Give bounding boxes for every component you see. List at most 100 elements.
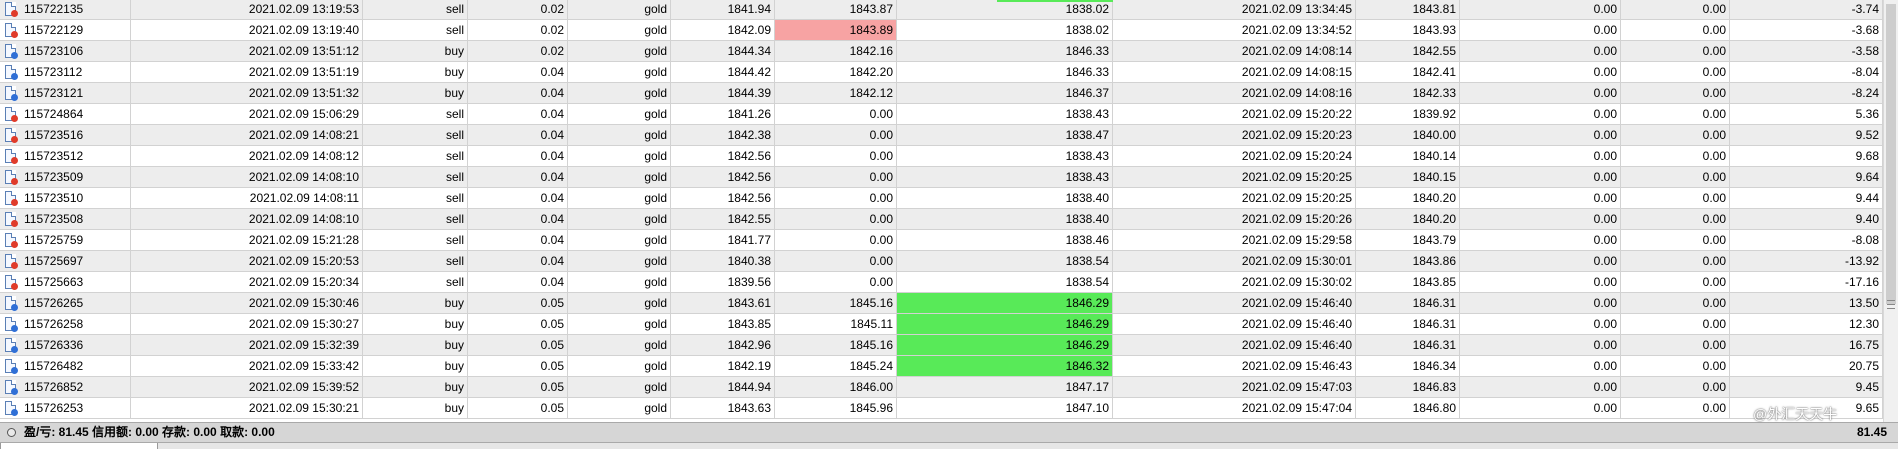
table-row[interactable]: 115724864 2021.02.09 15:06:29 sell 0.04 gold… [0, 104, 1883, 125]
buy-order-icon [5, 44, 18, 59]
lot-size-cell: 0.02 [468, 41, 568, 61]
open-price-cell: 1842.19 [671, 356, 775, 376]
stop-loss-cell: 0.00 [775, 167, 897, 187]
stop-loss-cell: 1846.00 [775, 377, 897, 397]
scrollbar-thumb[interactable] [1886, 4, 1896, 304]
table-row[interactable]: 115722135 2021.02.09 13:19:53 sell 0.02 gold… [0, 0, 1883, 20]
swap-cell: 0.00 [1621, 146, 1730, 166]
profit-cell: -3.74 [1730, 0, 1883, 19]
swap-cell: 0.00 [1621, 125, 1730, 145]
order-ticket-cell: 115726258 [0, 314, 131, 334]
buy-order-icon [5, 338, 18, 353]
table-row[interactable]: 115725663 2021.02.09 15:20:34 sell 0.04 gold… [0, 272, 1883, 293]
close-price-cell: 1840.20 [1356, 188, 1460, 208]
open-price-cell: 1841.77 [671, 230, 775, 250]
order-ticket-cell: 115723509 [0, 167, 131, 187]
take-profit-cell: 1838.54 [897, 251, 1113, 271]
sell-order-icon [5, 2, 18, 17]
trade-type-cell: sell [363, 251, 468, 271]
swap-cell: 0.00 [1621, 314, 1730, 334]
order-ticket-cell: 115726482 [0, 356, 131, 376]
table-row[interactable]: 115723508 2021.02.09 14:08:10 sell 0.04 gold… [0, 209, 1883, 230]
take-profit-cell: 1838.47 [897, 125, 1113, 145]
order-ticket-cell: 115723508 [0, 209, 131, 229]
open-time-cell: 2021.02.09 15:30:27 [131, 314, 363, 334]
swap-cell: 0.00 [1621, 377, 1730, 397]
lot-size-cell: 0.02 [468, 0, 568, 19]
order-ticket-cell: 115725697 [0, 251, 131, 271]
symbol-cell: gold [568, 83, 671, 103]
take-profit-cell: 1846.33 [897, 41, 1113, 61]
close-time-cell: 2021.02.09 15:46:40 [1113, 293, 1356, 313]
commission-cell: 0.00 [1460, 125, 1621, 145]
profit-cell: 13.50 [1730, 293, 1883, 313]
commission-cell: 0.00 [1460, 356, 1621, 376]
table-row[interactable]: 115722129 2021.02.09 13:19:40 sell 0.02 gold… [0, 20, 1883, 41]
close-time-cell: 2021.02.09 15:46:40 [1113, 335, 1356, 355]
lot-size-cell: 0.04 [468, 62, 568, 82]
close-time-cell: 2021.02.09 13:34:45 [1113, 0, 1356, 19]
terminal-tabs-strip [0, 443, 1898, 449]
close-time-cell: 2021.02.09 15:20:25 [1113, 167, 1356, 187]
table-row[interactable]: 115723106 2021.02.09 13:51:12 buy 0.02 gold 1… [0, 41, 1883, 62]
table-row[interactable]: 115726253 2021.02.09 15:30:21 buy 0.05 gold 1… [0, 398, 1883, 419]
table-row[interactable]: 115725759 2021.02.09 15:21:28 sell 0.04 gold… [0, 230, 1883, 251]
account-summary-text: 盈/亏: 81.45 信用额: 0.00 存款: 0.00 取款: 0.00 [24, 425, 275, 439]
close-price-cell: 1843.81 [1356, 0, 1460, 19]
close-price-cell: 1840.15 [1356, 167, 1460, 187]
table-row[interactable]: 115726265 2021.02.09 15:30:46 buy 0.05 gold 1… [0, 293, 1883, 314]
symbol-cell: gold [568, 41, 671, 61]
profit-cell: 9.40 [1730, 209, 1883, 229]
table-row[interactable]: 115723121 2021.02.09 13:51:32 buy 0.04 gold 1… [0, 83, 1883, 104]
table-row[interactable]: 115726482 2021.02.09 15:33:42 buy 0.05 gold 1… [0, 356, 1883, 377]
buy-order-icon [5, 359, 18, 374]
commission-cell: 0.00 [1460, 188, 1621, 208]
trade-type-cell: sell [363, 209, 468, 229]
trade-type-cell: sell [363, 146, 468, 166]
buy-order-icon [5, 401, 18, 416]
symbol-cell: gold [568, 251, 671, 271]
trade-type-cell: buy [363, 314, 468, 334]
sell-order-icon [5, 23, 18, 38]
table-row[interactable]: 115723512 2021.02.09 14:08:12 sell 0.04 gold… [0, 146, 1883, 167]
swap-cell: 0.00 [1621, 272, 1730, 292]
symbol-cell: gold [568, 209, 671, 229]
close-time-cell: 2021.02.09 15:20:26 [1113, 209, 1356, 229]
order-ticket-cell: 115722129 [0, 20, 131, 40]
table-row[interactable]: 115726258 2021.02.09 15:30:27 buy 0.05 gold 1… [0, 314, 1883, 335]
sell-order-icon [5, 275, 18, 290]
trade-type-cell: buy [363, 356, 468, 376]
open-time-cell: 2021.02.09 15:39:52 [131, 377, 363, 397]
table-row[interactable]: 115726852 2021.02.09 15:39:52 buy 0.05 gold 1… [0, 377, 1883, 398]
commission-cell: 0.00 [1460, 83, 1621, 103]
table-row[interactable]: 115723112 2021.02.09 13:51:19 buy 0.04 gold 1… [0, 62, 1883, 83]
open-time-cell: 2021.02.09 13:19:53 [131, 0, 363, 19]
take-profit-cell: 1838.46 [897, 230, 1113, 250]
open-price-cell: 1842.96 [671, 335, 775, 355]
take-profit-cell: 1847.10 [897, 398, 1113, 418]
take-profit-cell: 1838.43 [897, 146, 1113, 166]
trade-type-cell: buy [363, 335, 468, 355]
commission-cell: 0.00 [1460, 398, 1621, 418]
open-price-cell: 1843.61 [671, 293, 775, 313]
table-row[interactable]: 115723510 2021.02.09 14:08:11 sell 0.04 gold… [0, 188, 1883, 209]
open-price-cell: 1843.63 [671, 398, 775, 418]
buy-order-icon [5, 86, 18, 101]
table-row[interactable]: 115723509 2021.02.09 14:08:10 sell 0.04 gold… [0, 167, 1883, 188]
table-row[interactable]: 115723516 2021.02.09 14:08:21 sell 0.04 gold… [0, 125, 1883, 146]
table-row[interactable]: 115726336 2021.02.09 15:32:39 buy 0.05 gold 1… [0, 335, 1883, 356]
lot-size-cell: 0.04 [468, 146, 568, 166]
commission-cell: 0.00 [1460, 209, 1621, 229]
close-price-cell: 1846.31 [1356, 335, 1460, 355]
open-time-cell: 2021.02.09 14:08:12 [131, 146, 363, 166]
symbol-cell: gold [568, 20, 671, 40]
profit-cell: 16.75 [1730, 335, 1883, 355]
sell-order-icon [5, 107, 18, 122]
vertical-scrollbar[interactable] [1883, 0, 1898, 422]
order-ticket-cell: 115725663 [0, 272, 131, 292]
close-time-cell: 2021.02.09 14:08:14 [1113, 41, 1356, 61]
symbol-cell: gold [568, 293, 671, 313]
active-tab[interactable] [0, 443, 158, 449]
table-row[interactable]: 115725697 2021.02.09 15:20:53 sell 0.04 gold… [0, 251, 1883, 272]
profit-cell: 9.44 [1730, 188, 1883, 208]
